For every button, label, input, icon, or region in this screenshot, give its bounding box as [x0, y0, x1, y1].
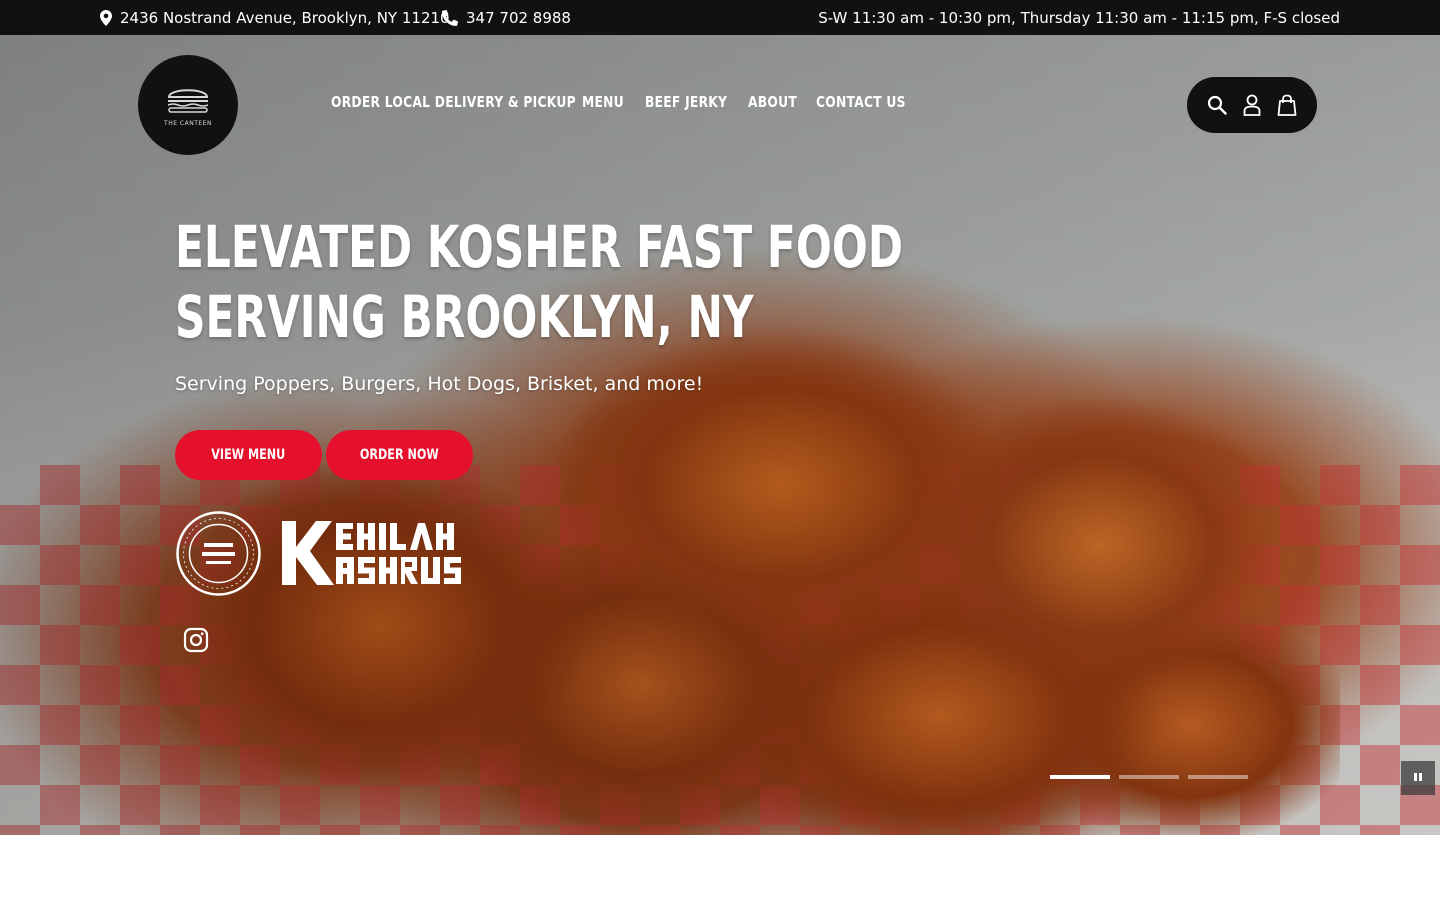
order-now-button[interactable]: Order Now	[326, 430, 473, 480]
burger-icon	[165, 84, 211, 119]
slider-pause-button[interactable]	[1401, 761, 1435, 795]
header-icon-group	[1187, 77, 1317, 133]
phone-icon	[442, 9, 458, 26]
cart-icon[interactable]	[1275, 93, 1299, 117]
nav-beef-jerky[interactable]: Beef Jerky	[645, 93, 727, 111]
hero-title-line-2: Serving Brooklyn, NY	[175, 283, 754, 351]
location-pin-icon	[100, 9, 112, 26]
order-now-label: Order Now	[360, 447, 439, 463]
phone-info[interactable]: 347 702 8988	[442, 0, 571, 35]
nav-about[interactable]: About	[748, 93, 797, 111]
logo-text: THE CANTEEN	[164, 119, 212, 127]
slide-dot-1[interactable]	[1050, 775, 1110, 779]
slide-dot-3[interactable]	[1188, 775, 1248, 779]
nav-order-delivery-pickup[interactable]: Order Local Delivery & Pickup	[331, 93, 576, 111]
slider-dots	[1050, 775, 1248, 779]
hero-title-line-1: Elevated Kosher Fast Food	[175, 213, 903, 281]
phone-text[interactable]: 347 702 8988	[466, 9, 571, 27]
nav-menu[interactable]: Menu	[582, 93, 624, 111]
kashrus-seal-logo	[176, 511, 261, 596]
slide-dot-2[interactable]	[1119, 775, 1179, 779]
view-menu-label: View Menu	[211, 447, 286, 463]
main-navigation: Order Local Delivery & Pickup Menu Beef …	[331, 93, 905, 111]
pause-icon	[1413, 769, 1423, 787]
address-text: 2436 Nostrand Avenue, Brooklyn, NY 11210	[120, 8, 450, 27]
nav-contact-us[interactable]: Contact Us	[816, 93, 905, 111]
hours-text: S-W 11:30 am - 10:30 pm, Thursday 11:30 …	[818, 8, 1340, 27]
site-logo[interactable]: THE CANTEEN	[138, 55, 238, 155]
instagram-icon[interactable]	[183, 627, 209, 653]
hero-subtitle: Serving Poppers, Burgers, Hot Dogs, Bris…	[175, 373, 704, 395]
hours-info: S-W 11:30 am - 10:30 pm, Thursday 11:30 …	[818, 0, 1340, 35]
kehilah-kashrus-logo	[282, 521, 461, 585]
account-icon[interactable]	[1240, 93, 1264, 117]
view-menu-button[interactable]: View Menu	[175, 430, 322, 480]
search-icon[interactable]	[1205, 93, 1229, 117]
top-info-bar: 2436 Nostrand Avenue, Brooklyn, NY 11210…	[0, 0, 1440, 35]
address-info: 2436 Nostrand Avenue, Brooklyn, NY 11210	[100, 0, 450, 35]
hero-title: Elevated Kosher Fast Food Serving Brookl…	[175, 212, 903, 352]
